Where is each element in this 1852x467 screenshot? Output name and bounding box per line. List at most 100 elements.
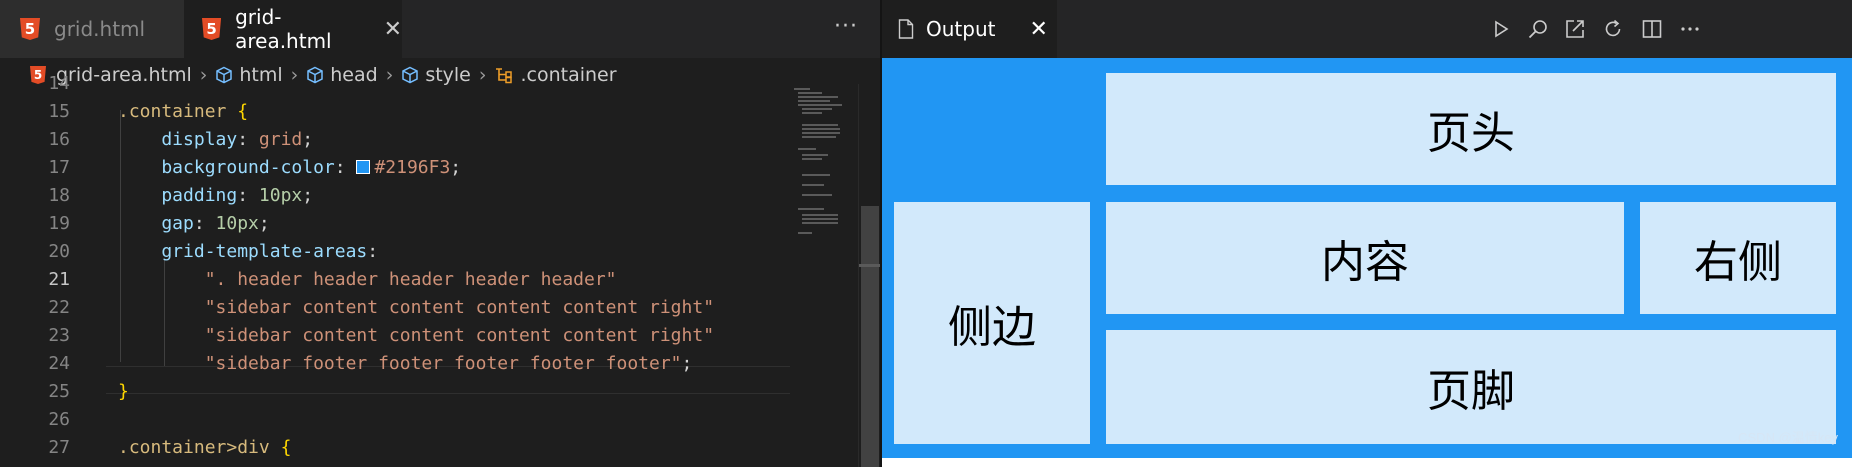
code-token: } [118, 381, 129, 402]
code-token: ". header header header header header" [118, 269, 617, 290]
code-token: ; [258, 213, 270, 234]
split-editor-icon[interactable] [1639, 16, 1665, 42]
scrollbar-cursor-marker [859, 264, 881, 267]
line-number: 16 [48, 129, 70, 150]
code-token: : [367, 241, 379, 262]
tab-grid-html[interactable]: 5 grid.html [0, 0, 184, 58]
code-line[interactable]: 17 background-color: #2196F3; [0, 154, 790, 182]
code-token: ; [302, 185, 314, 206]
code-area[interactable]: 14 15 .container {16 display: grid; 17 back… [0, 73, 790, 467]
vertical-scrollbar[interactable] [858, 84, 881, 467]
code-token: : [193, 213, 216, 234]
scrollbar-thumb[interactable] [861, 206, 879, 467]
code-token: ; [302, 129, 314, 150]
line-number: 17 [48, 157, 70, 178]
html5-icon: 5 [202, 18, 222, 40]
code-token: background-color [118, 157, 335, 178]
line-text: background-color: #2196F3; [118, 154, 461, 182]
code-line[interactable]: 22 "sidebar content content content cont… [0, 294, 790, 322]
line-number: 24 [48, 353, 70, 374]
tab-label: grid.html [54, 17, 146, 41]
grid-cell-footer: 页脚 [1106, 330, 1836, 444]
line-number: 21 [48, 269, 70, 290]
more-icon[interactable] [1677, 16, 1703, 42]
line-number: 18 [48, 185, 70, 206]
code-line[interactable]: 25} [0, 378, 790, 406]
code-token: display [118, 129, 238, 150]
code-token: : [334, 157, 357, 178]
line-text: .container { [118, 98, 248, 126]
line-text: display: grid; [118, 126, 313, 154]
line-number: 14 [48, 73, 70, 94]
grid-cell-sidebar: 侧边 [894, 202, 1090, 444]
code-token: #2196F3 [374, 157, 451, 178]
editor-tab-bar: 5 grid.html 5 grid-area.html ✕ ··· [0, 0, 880, 58]
code-line[interactable]: 16 display: grid; [0, 126, 790, 154]
code-token: { [237, 101, 249, 122]
code-token: .container [118, 101, 227, 122]
watermark: CSDN @温情key [1738, 430, 1838, 445]
search-icon[interactable] [1525, 16, 1551, 42]
line-text: grid-template-areas: [118, 238, 378, 266]
close-icon[interactable]: ✕ [1029, 17, 1047, 42]
code-token: 10px [258, 185, 303, 206]
code-line[interactable]: 15 .container { [0, 98, 790, 126]
refresh-icon[interactable] [1600, 16, 1626, 42]
code-line[interactable]: 20 grid-template-areas: [0, 238, 790, 266]
code-token: : [237, 185, 259, 206]
line-number: 19 [48, 213, 70, 234]
code-token: ; [450, 157, 462, 178]
line-text: } [118, 378, 129, 406]
code-token: padding [118, 185, 238, 206]
code-line[interactable]: 27 .container>div { [0, 434, 790, 462]
line-number: 15 [48, 101, 70, 122]
line-text: "sidebar content content content content… [118, 294, 714, 322]
grid-cell-content: 内容 [1106, 202, 1624, 314]
output-bottom-edge [882, 458, 1852, 467]
tab-label: Output [926, 17, 996, 41]
html5-icon: 5 [20, 18, 40, 40]
code-line[interactable]: 14 [0, 70, 790, 98]
tab-output[interactable]: Output ✕ [882, 0, 1057, 58]
more-actions-icon[interactable]: ··· [834, 14, 858, 39]
line-number: 23 [48, 325, 70, 346]
code-line[interactable]: 24 "sidebar footer footer footer footer … [0, 350, 790, 378]
line-text: .container>div { [118, 434, 291, 462]
code-token: "sidebar content content content content… [118, 297, 715, 318]
output-tab-bar: Output ✕ [882, 0, 1852, 58]
grid-output-preview: 页头 侧边 内容 右侧 页脚 CSDN @温情key [882, 58, 1852, 458]
line-text: gap: 10px; [118, 210, 270, 238]
open-external-icon[interactable] [1562, 16, 1588, 42]
minimap[interactable] [790, 84, 860, 244]
color-swatch[interactable] [356, 160, 371, 174]
code-token: 10px [215, 213, 259, 234]
output-panel: Output ✕ 页头 侧边 内容 右侧 页脚 CSDN @温情key [882, 0, 1852, 467]
line-text: ". header header header header header" [118, 266, 617, 294]
code-editor: 5 grid.html 5 grid-area.html ✕ ··· 5 gri… [0, 0, 881, 467]
close-icon[interactable]: ✕ [384, 17, 402, 42]
code-token: ; [681, 353, 693, 374]
code-token: grid [258, 129, 303, 150]
line-number: 20 [48, 241, 70, 262]
code-line[interactable]: 21 ". header header header header header… [0, 266, 790, 294]
code-line[interactable]: 19 gap: 10px; [0, 210, 790, 238]
code-token: "sidebar footer footer footer footer foo… [118, 353, 682, 374]
code-token: : [237, 129, 259, 150]
tab-label: grid-area.html [235, 5, 332, 53]
grid-cell-header: 页头 [1106, 73, 1836, 185]
grid-cell-right: 右侧 [1640, 202, 1836, 314]
play-icon[interactable] [1488, 16, 1514, 42]
code-token: { [280, 437, 292, 458]
line-text: "sidebar content content content content… [118, 322, 714, 350]
line-number: 26 [48, 409, 70, 430]
code-line[interactable]: 18 padding: 10px; [0, 182, 790, 210]
code-token: "sidebar content content content content… [118, 325, 715, 346]
code-line[interactable]: 26 [0, 406, 790, 434]
code-line[interactable]: 23 "sidebar content content content cont… [0, 322, 790, 350]
file-icon [898, 19, 914, 39]
line-number: 25 [48, 381, 70, 402]
code-token: gap [118, 213, 194, 234]
code-token: .container>div [118, 437, 281, 458]
tab-grid-area-html[interactable]: 5 grid-area.html ✕ [184, 0, 402, 58]
